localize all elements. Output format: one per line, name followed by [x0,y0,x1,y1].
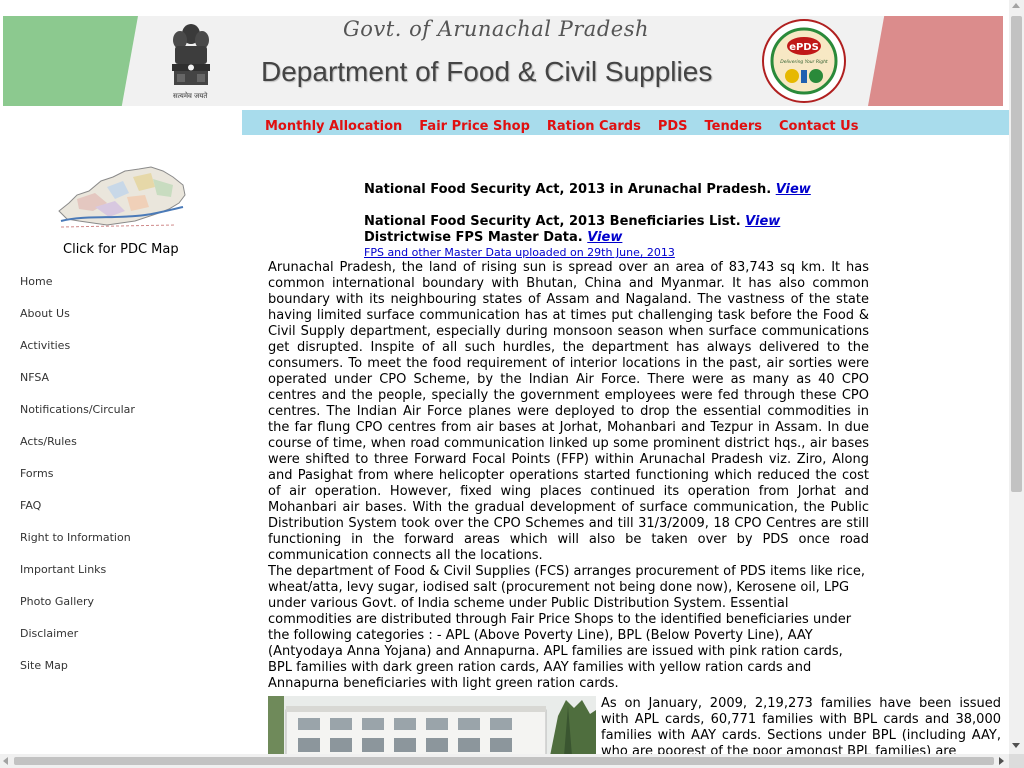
horizontal-scrollbar[interactable] [0,754,1009,768]
nav-tenders[interactable]: Tenders [705,119,762,134]
announcement-fps-master: Districtwise FPS Master Data. View [364,230,622,245]
banner-left-band [3,16,138,106]
sidebar-item-site-map[interactable]: Site Map [20,660,135,692]
sidebar-item-home[interactable]: Home [20,276,135,308]
main-content: Arunachal Pradesh, the land of rising su… [268,260,869,692]
announcement-text: National Food Security Act, 2013 Benefic… [364,214,741,229]
nav-monthly-allocation[interactable]: Monthly Allocation [265,119,402,134]
sidebar-item-activities[interactable]: Activities [20,340,135,372]
fcs-paragraph: The department of Food & Civil Supplies … [268,564,865,691]
building-photo [268,696,596,756]
nav-pds[interactable]: PDS [658,119,688,134]
sidebar-item-photo-gallery[interactable]: Photo Gallery [20,596,135,628]
vertical-scroll-thumb[interactable] [1011,16,1022,492]
scroll-right-icon[interactable] [999,757,1004,765]
intro-paragraph: Arunachal Pradesh, the land of rising su… [268,260,869,563]
national-emblem-icon [172,24,210,85]
vertical-scrollbar[interactable] [1009,0,1024,754]
svg-text:Delivering Your Right: Delivering Your Right [780,59,828,65]
sidebar-menu: Home About Us Activities NFSA Notificati… [20,276,135,692]
sidebar-item-notifications[interactable]: Notifications/Circular [20,404,135,436]
epds-logo-icon: ePDS Delivering Your Right [762,19,846,103]
sidebar-item-disclaimer[interactable]: Disclaimer [20,628,135,660]
scrollbar-corner [1009,754,1024,768]
announcement-beneficiaries: National Food Security Act, 2013 Benefic… [364,214,780,229]
pdc-map-icon[interactable] [55,163,188,236]
dept-title: Department of Food & Civil Supplies [261,56,713,87]
nav-ration-cards[interactable]: Ration Cards [547,119,641,134]
sidebar-item-faq[interactable]: FAQ [20,500,135,532]
sidebar-item-nfsa[interactable]: NFSA [20,372,135,404]
view-link[interactable]: View [587,230,622,245]
view-link[interactable]: View [745,214,780,229]
view-link[interactable]: View [776,182,811,197]
announcement-text: Districtwise FPS Master Data. [364,230,583,245]
nav-fair-price-shop[interactable]: Fair Price Shop [419,119,530,134]
nav-contact-us[interactable]: Contact Us [779,119,858,134]
sidebar-item-rti[interactable]: Right to Information [20,532,135,564]
horizontal-scroll-thumb[interactable] [14,757,994,765]
scroll-down-icon[interactable] [1012,743,1020,748]
scroll-left-icon[interactable] [3,757,8,765]
svg-text:ePDS: ePDS [789,42,819,53]
map-caption[interactable]: Click for PDC Map [63,242,179,257]
sidebar-item-acts-rules[interactable]: Acts/Rules [20,436,135,468]
sidebar-item-about-us[interactable]: About Us [20,308,135,340]
scroll-up-icon[interactable] [1012,3,1020,8]
emblem-caption: सत्यमेव जयते [173,92,208,100]
ration-card-stats: As on January, 2009, 2,19,273 families h… [601,696,1001,759]
sidebar-item-forms[interactable]: Forms [20,468,135,500]
announcement-text: National Food Security Act, 2013 in Arun… [364,182,772,197]
banner-right-band [868,16,1003,106]
announcement-nfsa-act: National Food Security Act, 2013 in Arun… [364,182,811,197]
header-banner: सत्यमेव जयते Govt. of Arunachal Pradesh … [3,16,1003,106]
upload-note-link[interactable]: FPS and other Master Data uploaded on 29… [364,246,675,259]
top-navigation: Monthly Allocation Fair Price Shop Ratio… [242,110,1009,135]
govt-title: Govt. of Arunachal Pradesh [343,17,649,41]
sidebar-item-important-links[interactable]: Important Links [20,564,135,596]
